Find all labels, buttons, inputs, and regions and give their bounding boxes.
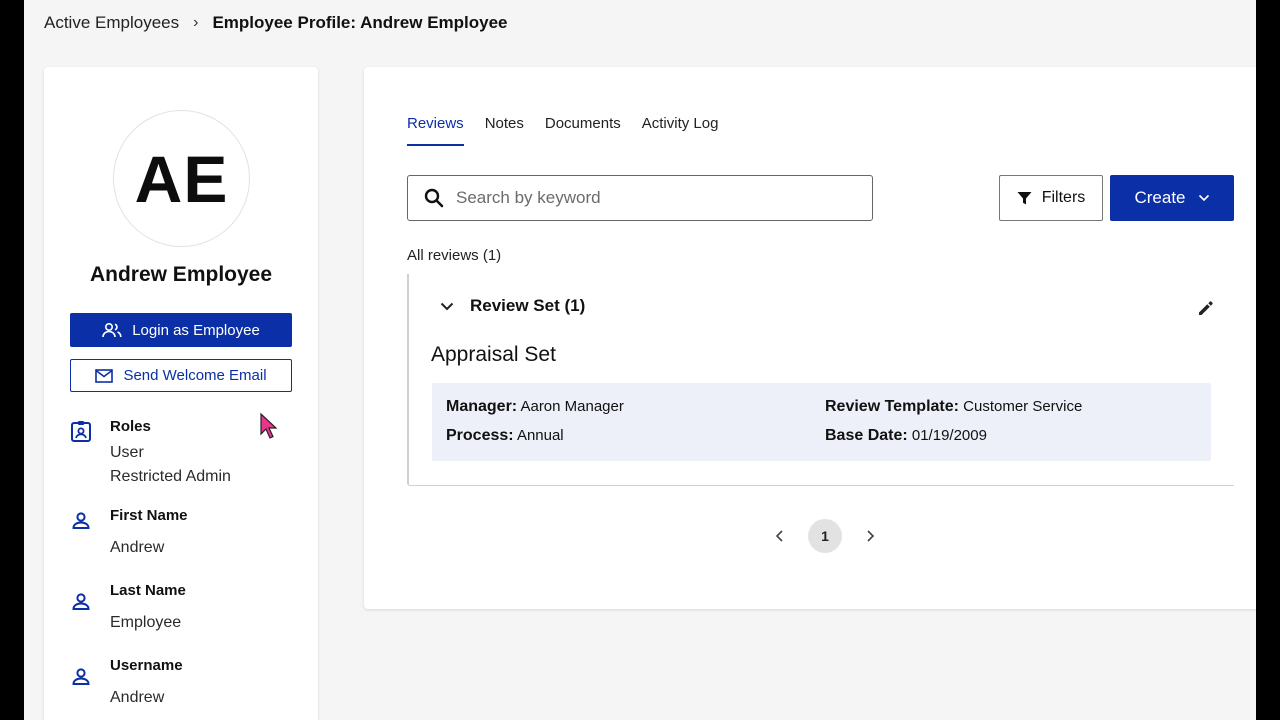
base-date-key: Base Date:: [825, 427, 908, 444]
template-key: Review Template:: [825, 398, 959, 415]
login-as-employee-label: Login as Employee: [132, 321, 260, 339]
avatar: AE: [113, 110, 250, 247]
template-value: Customer Service: [963, 398, 1083, 415]
role-item: Restricted Admin: [110, 468, 231, 485]
last-name-value: Employee: [110, 614, 182, 631]
filter-icon: [1017, 191, 1032, 204]
mouse-cursor-icon: [260, 412, 278, 439]
process-key: Process:: [446, 427, 514, 444]
chevron-left-icon[interactable]: [772, 528, 788, 544]
login-as-employee-button[interactable]: Login as Employee: [70, 313, 292, 347]
tab-documents[interactable]: Documents: [545, 115, 621, 146]
chevron-down-icon[interactable]: [440, 302, 454, 311]
person-icon: [72, 593, 90, 610]
tab-notes[interactable]: Notes: [485, 115, 524, 146]
username-value: Andrew: [110, 689, 165, 706]
manager-value: Aaron Manager: [520, 398, 624, 415]
username-label: Username: [110, 657, 183, 674]
review-details: Manager: Aaron Manager Process: Annual R…: [432, 383, 1211, 461]
filters-label: Filters: [1041, 189, 1086, 206]
id-badge-icon: [71, 421, 91, 442]
pencil-icon[interactable]: [1196, 298, 1216, 318]
send-welcome-email-button[interactable]: Send Welcome Email: [70, 359, 292, 392]
first-name-label: First Name: [110, 507, 188, 524]
page-title: Employee Profile: Andrew Employee: [212, 13, 508, 32]
page-button[interactable]: 1: [808, 519, 842, 553]
review-set-title: Review Set (1): [470, 296, 586, 315]
pagination: 1: [772, 519, 878, 553]
last-name-section: Last Name Employee: [70, 582, 300, 632]
person-icon: [72, 668, 90, 685]
profile-card: AE Andrew Employee Login as Employee Sen…: [44, 67, 318, 720]
filters-button[interactable]: Filters: [999, 175, 1103, 221]
chevron-down-icon: [1198, 194, 1209, 202]
create-button[interactable]: Create: [1110, 175, 1234, 221]
manager-detail: Manager: Aaron Manager: [446, 398, 624, 416]
chevron-right-icon: ›: [193, 14, 199, 31]
role-item: User: [110, 444, 144, 461]
manager-key: Manager:: [446, 398, 518, 415]
search-input[interactable]: [456, 188, 856, 208]
last-name-label: Last Name: [110, 582, 186, 599]
tab-activity-log[interactable]: Activity Log: [642, 115, 719, 146]
search-box: [407, 175, 873, 221]
profile-name: Andrew Employee: [89, 263, 273, 286]
all-reviews-count: All reviews (1): [407, 247, 502, 264]
chevron-right-icon[interactable]: [862, 528, 878, 544]
send-welcome-email-label: Send Welcome Email: [123, 367, 267, 384]
breadcrumb: Active Employees › Employee Profile: And…: [44, 12, 508, 34]
base-date-detail: Base Date: 01/19/2009: [825, 427, 987, 445]
app-window: Active Employees › Employee Profile: And…: [24, 0, 1256, 720]
tab-bar: Reviews Notes Documents Activity Log: [407, 115, 718, 146]
create-label: Create: [1134, 188, 1186, 207]
person-icon: [72, 512, 90, 529]
username-section: Username Andrew: [70, 657, 300, 707]
first-name-section: First Name Andrew: [70, 507, 300, 557]
appraisal-set-title[interactable]: Appraisal Set: [431, 343, 556, 367]
template-detail: Review Template: Customer Service: [825, 398, 1082, 416]
users-icon: [102, 322, 122, 338]
breadcrumb-active-employees[interactable]: Active Employees: [44, 13, 179, 33]
mail-icon: [95, 368, 114, 383]
search-icon: [424, 188, 444, 208]
base-date-value: 01/19/2009: [911, 427, 987, 444]
review-set-card: Review Set (1) Appraisal Set Manager: Aa…: [407, 274, 1234, 486]
reviews-panel: Reviews Notes Documents Activity Log Fil…: [364, 67, 1256, 609]
first-name-value: Andrew: [110, 539, 165, 556]
tab-reviews[interactable]: Reviews: [407, 115, 464, 146]
process-detail: Process: Annual: [446, 427, 564, 445]
roles-label: Roles: [110, 418, 151, 435]
review-set-header[interactable]: Review Set (1): [440, 296, 585, 316]
process-value: Annual: [516, 427, 564, 444]
